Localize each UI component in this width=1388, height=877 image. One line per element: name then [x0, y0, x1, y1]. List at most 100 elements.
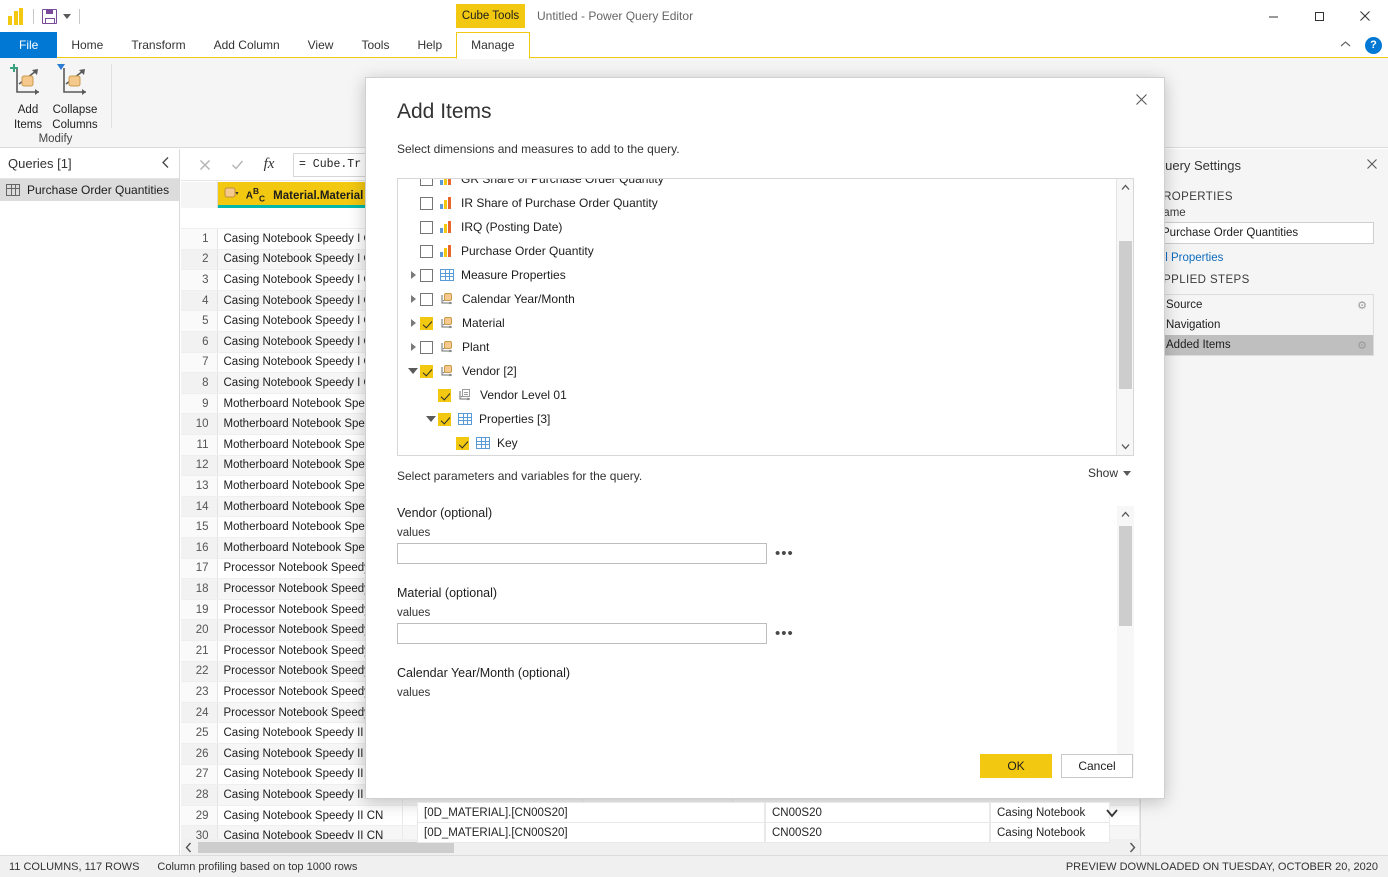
chevron-down-icon[interactable]: [1117, 438, 1134, 455]
tree-item-checkbox[interactable]: [420, 365, 433, 378]
tree-item[interactable]: GR Share of Purchase Order Quantity: [398, 178, 1113, 191]
tree-item-checkbox[interactable]: [420, 317, 433, 330]
tab-add-column[interactable]: Add Column: [200, 32, 294, 58]
chevron-up-icon[interactable]: [1117, 506, 1134, 523]
dialog-title: Add Items: [397, 100, 492, 124]
show-dropdown[interactable]: Show: [1088, 466, 1131, 480]
tab-help[interactable]: Help: [403, 32, 456, 58]
close-icon[interactable]: [189, 153, 221, 177]
tree-item[interactable]: Properties [3]: [398, 407, 1113, 431]
row-number: 14: [181, 496, 217, 517]
tree-item-label: Properties [3]: [479, 412, 550, 426]
tab-view[interactable]: View: [294, 32, 348, 58]
tree-item-checkbox[interactable]: [420, 178, 433, 186]
minimize-icon[interactable]: [1250, 0, 1296, 32]
parameters-vertical-scrollbar[interactable]: [1117, 506, 1134, 773]
chevron-right-icon[interactable]: [406, 295, 420, 303]
parameters-scroll-thumb[interactable]: [1119, 526, 1132, 626]
tree-item-label: IRQ (Posting Date): [461, 220, 562, 234]
cell-material-level-0[interactable]: Casing Notebook Speedy II CN: [217, 805, 402, 826]
tree-item-checkbox[interactable]: [420, 269, 433, 282]
tree-item[interactable]: Key: [398, 431, 1113, 455]
row-number: 8: [181, 373, 217, 394]
tree-item-checkbox[interactable]: [420, 293, 433, 306]
close-icon[interactable]: [1366, 158, 1378, 173]
toolbar-divider: [33, 9, 34, 24]
chevron-down-icon[interactable]: [424, 416, 438, 422]
dimension-icon: [440, 293, 455, 306]
fx-icon[interactable]: fx: [253, 153, 285, 177]
vendor-values-input[interactable]: [397, 543, 767, 564]
check-icon[interactable]: [221, 153, 253, 177]
hscroll-thumb[interactable]: [198, 842, 454, 853]
collapse-columns-cube-icon: [52, 62, 98, 102]
chevron-left-icon[interactable]: [181, 839, 197, 855]
collapse-columns-button[interactable]: Collapse Columns: [50, 62, 100, 132]
cube-dropdown-icon[interactable]: [224, 186, 239, 199]
parameter-title: Vendor (optional): [397, 506, 794, 520]
tree-item[interactable]: Material: [398, 311, 1113, 335]
tab-file[interactable]: File: [0, 32, 57, 58]
tree-item-checkbox[interactable]: [420, 341, 433, 354]
material-values-input[interactable]: [397, 623, 767, 644]
tree-item[interactable]: Vendor [2]: [398, 359, 1113, 383]
tree-item-checkbox[interactable]: [420, 245, 433, 258]
tab-home[interactable]: Home: [57, 32, 117, 58]
tree-item-checkbox[interactable]: [456, 437, 469, 450]
tree-item-checkbox[interactable]: [438, 413, 451, 426]
tree-vertical-scrollbar[interactable]: [1116, 179, 1133, 455]
maximize-icon[interactable]: [1296, 0, 1342, 32]
help-icon[interactable]: ?: [1365, 37, 1382, 54]
step-added-items[interactable]: Added Items ⚙: [1156, 335, 1373, 355]
tree-scroll-thumb[interactable]: [1119, 241, 1132, 389]
vendor-more-button[interactable]: •••: [775, 549, 794, 559]
chevron-down-icon[interactable]: [63, 14, 71, 19]
tree-item-label: Plant: [462, 340, 489, 354]
chevron-right-icon[interactable]: [406, 319, 420, 327]
abc-text-icon: ABC: [246, 186, 265, 203]
tree-item[interactable]: IR Share of Purchase Order Quantity: [398, 191, 1113, 215]
gear-icon[interactable]: ⚙: [1357, 299, 1367, 312]
add-items-button[interactable]: Add Items: [3, 62, 53, 132]
sidebar-item-purchase-order-quantities[interactable]: Purchase Order Quantities: [0, 179, 179, 201]
close-icon[interactable]: [1342, 0, 1388, 32]
tree-item[interactable]: Vendor Level 01: [398, 383, 1113, 407]
chevron-right-icon[interactable]: [1124, 839, 1140, 855]
tree-item-checkbox[interactable]: [438, 389, 451, 402]
ok-button[interactable]: OK: [980, 754, 1052, 778]
cancel-button[interactable]: Cancel: [1061, 754, 1133, 778]
all-properties-link[interactable]: All Properties: [1141, 244, 1388, 264]
save-icon[interactable]: [42, 9, 57, 24]
chevron-down-icon[interactable]: [406, 368, 420, 374]
material-more-button[interactable]: •••: [775, 629, 794, 639]
ribbon-group-label: Modify: [0, 133, 111, 145]
gear-icon[interactable]: ⚙: [1357, 339, 1367, 352]
row-number: 12: [181, 455, 217, 476]
dialog-close-icon[interactable]: [1126, 86, 1156, 112]
query-name-input[interactable]: Purchase Order Quantities: [1155, 222, 1374, 244]
add-items-dialog: Add Items Select dimensions and measures…: [365, 77, 1165, 799]
chevron-right-icon[interactable]: [406, 343, 420, 351]
step-source[interactable]: Source ⚙: [1156, 295, 1373, 315]
step-navigation[interactable]: Navigation: [1156, 315, 1373, 335]
chevron-left-icon[interactable]: [161, 156, 171, 172]
tree-item-checkbox[interactable]: [420, 221, 433, 234]
tree-item[interactable]: Calendar Year/Month: [398, 287, 1113, 311]
chevron-right-icon[interactable]: [406, 271, 420, 279]
chevron-down-icon[interactable]: [1104, 806, 1120, 820]
parameter-row: •••: [397, 543, 794, 564]
tab-tools[interactable]: Tools: [347, 32, 403, 58]
chevron-up-icon[interactable]: [1117, 179, 1134, 196]
grid-cell-text-1: Casing Notebook Spee: [990, 802, 1110, 823]
row-number: 5: [181, 311, 217, 332]
tab-manage[interactable]: Manage: [456, 32, 529, 59]
row-number: 4: [181, 290, 217, 311]
tree-item[interactable]: Plant: [398, 335, 1113, 359]
chevron-up-icon[interactable]: [1339, 38, 1352, 52]
tree-item[interactable]: IRQ (Posting Date): [398, 215, 1113, 239]
tree-item[interactable]: Measure Properties: [398, 263, 1113, 287]
dimension-icon: [440, 317, 455, 330]
tree-item-checkbox[interactable]: [420, 197, 433, 210]
tab-transform[interactable]: Transform: [117, 32, 199, 58]
tree-item[interactable]: Purchase Order Quantity: [398, 239, 1113, 263]
